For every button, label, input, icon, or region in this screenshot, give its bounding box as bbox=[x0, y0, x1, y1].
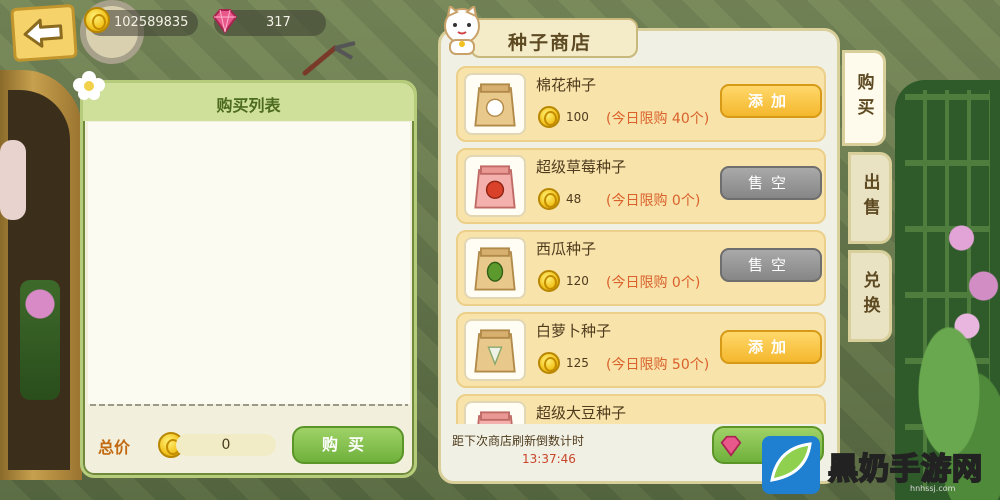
seed-item[interactable]: 白萝卜种子 125 (今日限购 50个) 添加 bbox=[456, 312, 826, 388]
buy-button[interactable]: 购买 bbox=[292, 426, 404, 464]
back-button[interactable] bbox=[10, 3, 78, 63]
total-price-label: 总价 bbox=[98, 438, 131, 457]
sold-out-button[interactable]: 售空 bbox=[720, 166, 822, 200]
add-button[interactable]: 添加 bbox=[720, 84, 822, 118]
seed-item[interactable]: 超级草莓种子 48 (今日限购 0个) 售空 bbox=[456, 148, 826, 224]
seed-item[interactable]: 棉花种子 100 (今日限购 40个) 添加 bbox=[456, 66, 826, 142]
gem-balance-value: 317 bbox=[266, 15, 291, 30]
tab-buy[interactable]: 购买 bbox=[842, 50, 886, 146]
gem-icon bbox=[212, 9, 238, 34]
refresh-countdown-time: 13:37:46 bbox=[522, 452, 576, 466]
watermark-url: hnhssj.com bbox=[910, 484, 956, 493]
seed-list[interactable]: 棉花种子 100 (今日限购 40个) 添加 超级草莓种子 48 (今日限购 0… bbox=[450, 66, 830, 424]
seed-name: 西瓜种子 bbox=[536, 240, 597, 258]
refresh-countdown-label: 距下次商店刷新倒数计时 bbox=[452, 434, 585, 448]
lucky-cat-decoration bbox=[0, 140, 26, 220]
seed-name: 超级大豆种子 bbox=[536, 404, 627, 422]
seed-price: 100 bbox=[566, 110, 589, 124]
purchase-limit: (今日限购 0个) bbox=[606, 193, 701, 209]
buy-list-divider bbox=[90, 404, 408, 406]
add-button[interactable]: 添加 bbox=[720, 330, 822, 364]
buy-list-title: 购买列表 bbox=[216, 96, 281, 115]
tab-sell[interactable]: 出售 bbox=[848, 152, 892, 244]
coin-icon bbox=[538, 188, 560, 210]
shop-title: 种子商店 bbox=[508, 32, 593, 54]
seed-item[interactable]: 超级大豆种子 bbox=[456, 394, 826, 424]
shears-decoration bbox=[302, 41, 356, 76]
gem-icon bbox=[720, 435, 742, 457]
left-shelf-decoration bbox=[0, 70, 82, 480]
coin-icon bbox=[84, 7, 110, 33]
watermark-logo bbox=[762, 436, 820, 494]
purchase-limit: (今日限购 0个) bbox=[606, 275, 701, 291]
shop-title-banner: 种子商店 bbox=[470, 18, 638, 58]
coin-balance-value: 102589835 bbox=[114, 15, 189, 30]
seed-name: 白萝卜种子 bbox=[536, 322, 612, 340]
coin-icon bbox=[538, 270, 560, 292]
seed-bag-icon bbox=[464, 155, 526, 217]
purchase-limit: (今日限购 40个) bbox=[606, 111, 710, 127]
coin-icon bbox=[538, 106, 560, 128]
seed-price: 120 bbox=[566, 274, 589, 288]
watermark-text: 黑奶手游网 bbox=[827, 451, 983, 488]
seed-item[interactable]: 西瓜种子 120 (今日限购 0个) 售空 bbox=[456, 230, 826, 306]
back-arrow-icon bbox=[23, 18, 63, 48]
seed-bag-icon bbox=[464, 73, 526, 135]
seed-bag-icon bbox=[464, 319, 526, 381]
seed-price: 48 bbox=[566, 192, 582, 206]
purchase-limit: (今日限购 50个) bbox=[606, 357, 710, 373]
seed-bag-icon bbox=[464, 237, 526, 299]
seed-name: 超级草莓种子 bbox=[536, 158, 627, 176]
lucky-cat-icon bbox=[444, 6, 480, 55]
buy-list-area bbox=[88, 122, 410, 404]
seed-name: 棉花种子 bbox=[536, 76, 597, 94]
coin-icon bbox=[538, 352, 560, 374]
sold-out-button[interactable]: 售空 bbox=[720, 248, 822, 282]
tab-exchange[interactable]: 兑换 bbox=[848, 250, 892, 342]
gem-balance: 317 bbox=[212, 9, 326, 36]
total-price-value: 0 bbox=[176, 434, 276, 456]
buy-list-header: 购买列表 bbox=[83, 83, 414, 121]
seed-price: 125 bbox=[566, 356, 589, 370]
coin-balance: 102589835 bbox=[84, 7, 198, 36]
left-flower-decoration bbox=[20, 280, 60, 400]
seed-bag-icon bbox=[464, 401, 526, 424]
flower-icon bbox=[73, 71, 105, 100]
